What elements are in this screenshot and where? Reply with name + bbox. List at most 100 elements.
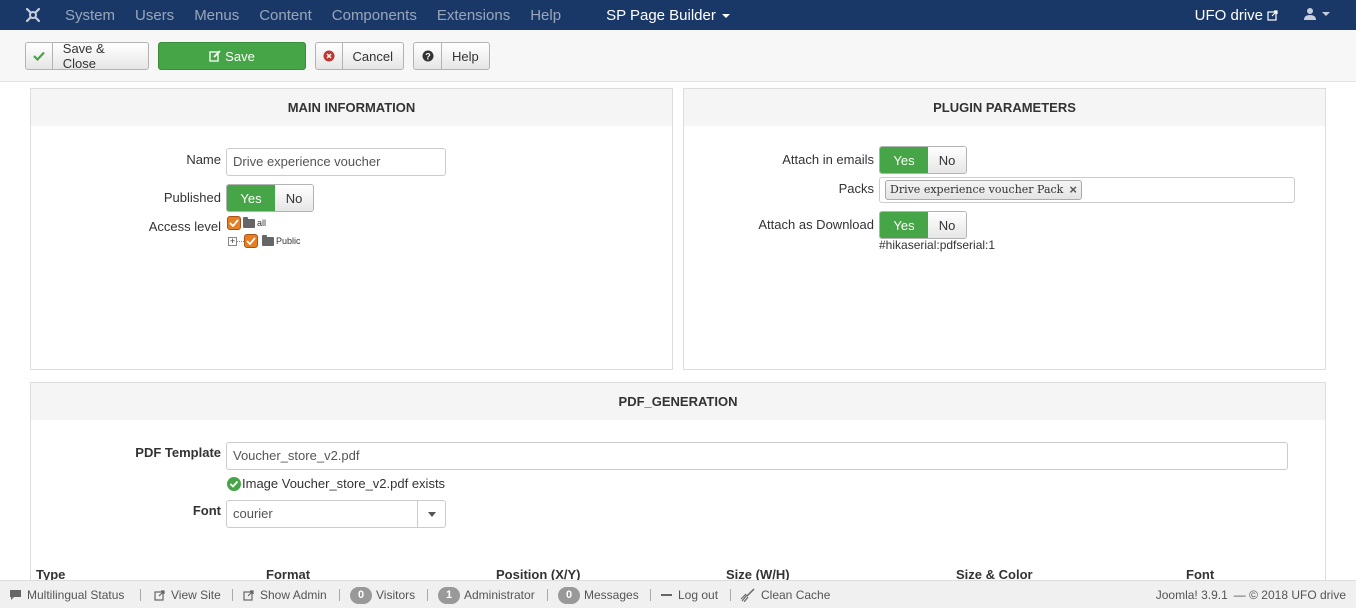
separator [547,589,548,601]
checkbox-icon[interactable] [227,216,241,230]
attach-download-no[interactable]: No [928,212,966,238]
attach-download-label: Attach as Download [758,217,874,232]
logout-link[interactable]: Log out [661,581,718,608]
published-no[interactable]: No [275,185,313,211]
name-label: Name [186,152,221,167]
edit-icon [209,43,221,69]
joomla-logo-icon[interactable] [24,6,42,24]
messages-status[interactable]: 0 Messages [558,581,639,608]
minus-icon [661,594,672,596]
access-tree-all[interactable]: all [227,216,266,230]
main-menu: System Users Menus Content Components Ex… [65,0,750,30]
save-label: Save [225,48,255,64]
show-admin-link[interactable]: Show Admin [243,581,327,608]
expand-icon[interactable]: + [228,236,237,246]
svg-text:?: ? [425,52,431,62]
shortcode-text: #hikaserial:pdfserial:1 [879,238,996,252]
menu-system[interactable]: System [65,7,115,24]
menu-extensions[interactable]: Extensions [437,7,510,24]
logout-label: Log out [678,588,719,602]
menu-components[interactable]: Components [332,7,417,24]
external-link-icon [154,589,165,601]
separator [232,589,233,601]
access-tree-public[interactable]: + Public [228,234,301,248]
chevron-down-icon [1322,12,1330,16]
copyright-text: — © 2018 UFO drive [1233,588,1346,602]
template-status-text: Image Voucher_store_v2.pdf exists [242,476,446,491]
menu-menus[interactable]: Menus [194,7,239,24]
menu-help[interactable]: Help [530,7,561,24]
multilingual-label: Multilingual Status [27,588,125,602]
toolbar: Save & Close Save Cancel ? Help [0,30,1356,82]
attach-download-toggle[interactable]: Yes No [879,211,967,239]
administrator-status[interactable]: 1 Administrator [438,581,535,608]
pack-tag: Drive experience voucher Pack × [885,180,1082,200]
checkbox-icon[interactable] [244,234,258,248]
cancel-label: Cancel [352,48,393,64]
administrator-label: Administrator [464,588,535,602]
separator [650,589,651,601]
status-bar: Multilingual Status View Site Show Admin… [0,580,1356,608]
visitors-status[interactable]: 0 Visitors [350,581,415,608]
comment-icon [10,590,21,600]
help-button[interactable]: ? Help [413,42,490,70]
menu-sp-page-builder-label: SP Page Builder [606,6,716,24]
access-all-label: all [257,218,267,228]
menu-content[interactable]: Content [259,7,312,24]
broom-icon [740,588,755,602]
save-close-button[interactable]: Save & Close [25,41,149,71]
admin-navbar: System Users Menus Content Components Ex… [0,0,1356,30]
font-label: Font [192,503,221,518]
visitors-badge: 0 [350,586,372,604]
save-button[interactable]: Save [158,42,306,70]
external-link-icon [1267,9,1278,21]
remove-tag-icon[interactable]: × [1069,181,1077,199]
published-yes[interactable]: Yes [227,185,275,211]
show-admin-label: Show Admin [260,588,327,602]
external-link-icon [243,589,254,601]
menu-users[interactable]: Users [135,7,174,24]
folder-icon [262,234,274,246]
attach-emails-toggle[interactable]: Yes No [879,146,967,174]
save-close-label: Save & Close [62,41,105,71]
view-site-label: View Site [171,588,221,602]
pdf-generation-panel: PDF_GENERATION [30,382,1326,592]
separator [730,589,731,601]
font-select[interactable]: courier [226,500,446,528]
version-link[interactable]: Joomla! 3.9.1 [1156,588,1228,602]
multilingual-status-link[interactable]: Multilingual Status [9,581,124,608]
published-label: Published [163,190,221,205]
footer-copyright: Joomla! 3.9.1 — © 2018 UFO drive [1156,581,1346,608]
published-toggle[interactable]: Yes No [226,184,314,212]
site-link-label: UFO drive [1194,6,1263,24]
attach-emails-label: Attach in emails [782,152,874,167]
help-label: Help [452,48,479,64]
clean-cache-link[interactable]: Clean Cache [740,581,830,608]
admin-badge: 1 [438,586,460,604]
chevron-down-icon [721,13,730,18]
user-icon [1304,8,1316,20]
name-input[interactable]: Drive experience voucher [226,148,446,176]
cancel-button[interactable]: Cancel [315,42,404,70]
attach-emails-yes[interactable]: Yes [880,147,928,173]
access-public-label: Public [276,236,301,246]
menu-sp-page-builder[interactable]: SP Page Builder [606,7,730,24]
access-level-label: Access level [148,219,221,234]
chevron-down-icon [427,511,436,517]
user-menu[interactable] [1304,7,1330,21]
check-circle-icon [227,476,241,491]
dropdown-toggle[interactable] [417,501,445,527]
clean-cache-label: Clean Cache [761,588,831,602]
attach-emails-no[interactable]: No [928,147,966,173]
font-select-value: courier [233,506,273,521]
folder-icon [243,216,255,228]
pdf-template-input[interactable]: Voucher_store_v2.pdf [226,442,1288,470]
visitors-label: Visitors [376,588,416,602]
messages-label: Messages [584,588,639,602]
packs-label: Packs [838,181,874,196]
attach-download-yes[interactable]: Yes [880,212,928,238]
site-link[interactable]: UFO drive [1195,0,1278,30]
view-site-link[interactable]: View Site [154,581,221,608]
pack-tag-label: Drive experience voucher Pack [890,183,1064,196]
check-icon [26,43,53,69]
